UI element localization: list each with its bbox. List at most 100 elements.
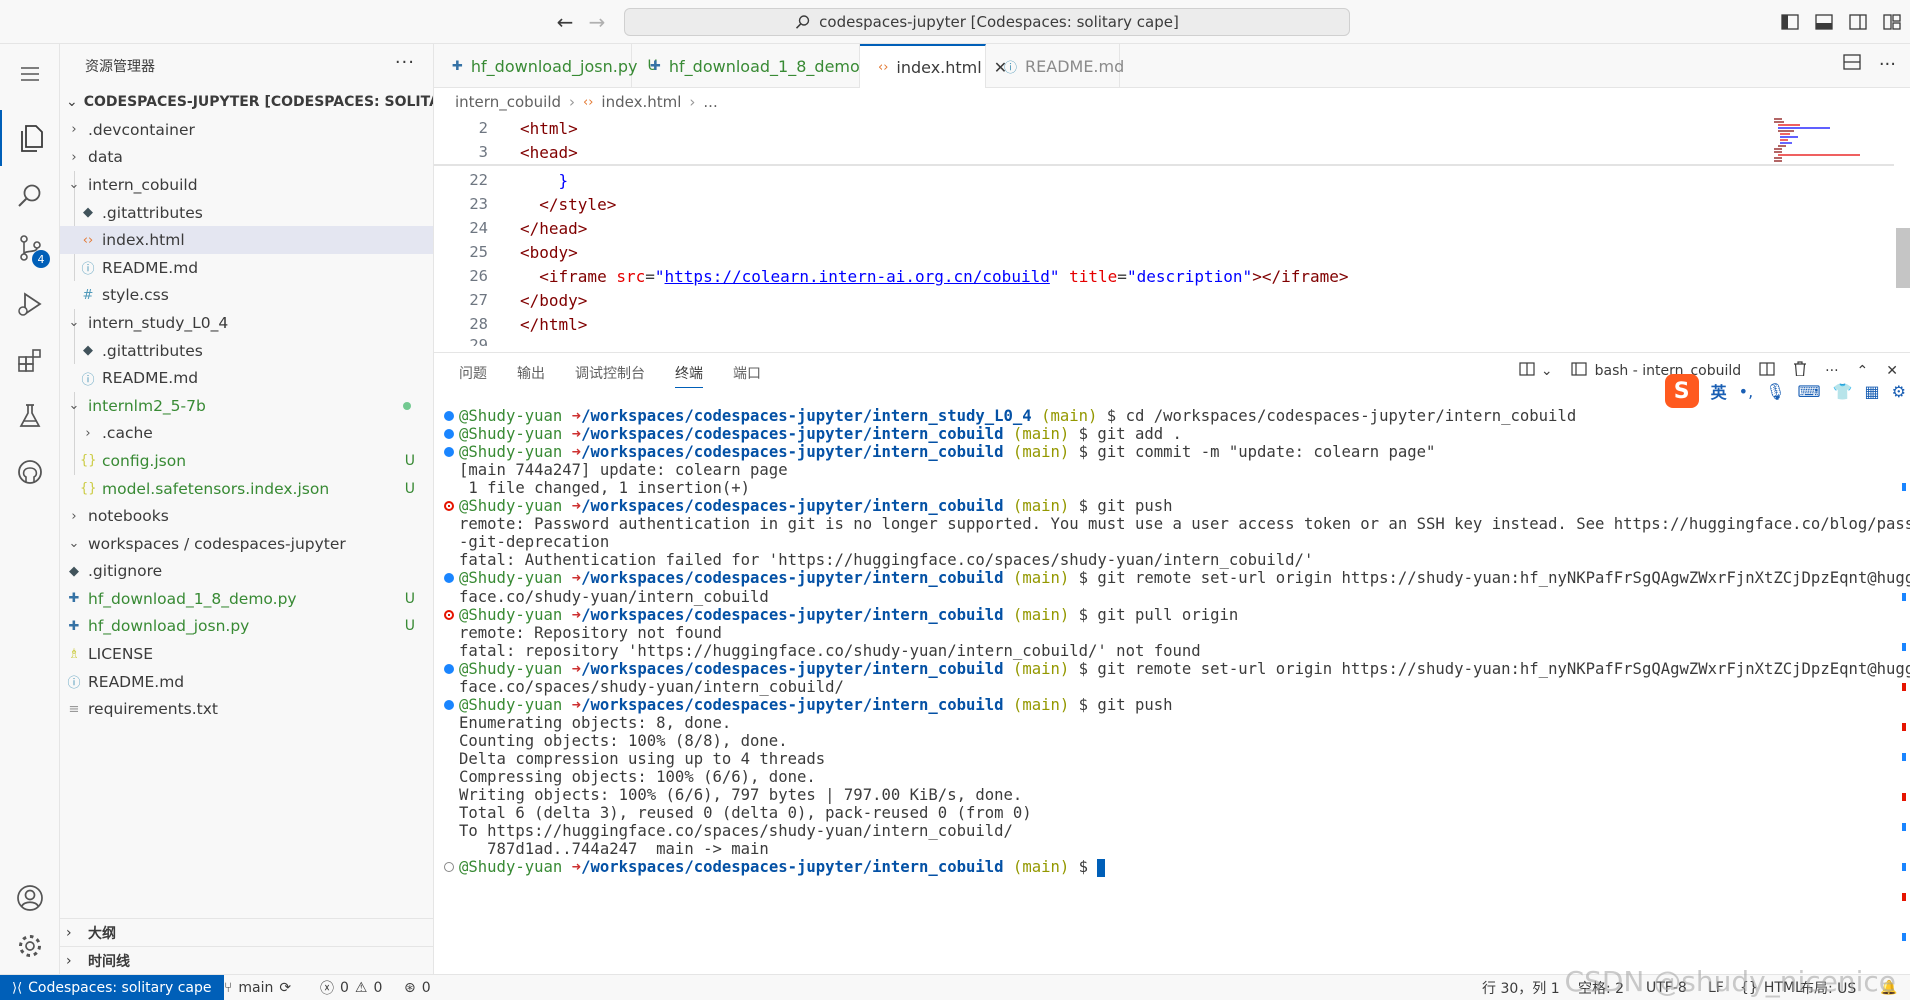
tab-index-html[interactable]: ‹› index.html ✕ [860, 44, 1007, 88]
keyboard-icon[interactable]: ⌨ [1798, 382, 1821, 401]
back-arrow-icon[interactable]: ← [552, 9, 578, 35]
info-icon: ⓘ [81, 372, 95, 388]
editor-scrollbar[interactable] [1896, 228, 1910, 288]
toggle-primary-sidebar-icon[interactable] [1778, 10, 1802, 34]
git-status: U [404, 618, 415, 635]
command-center-text: codespaces-jupyter [Codespaces: solitary… [819, 13, 1179, 31]
more-actions-icon[interactable]: ··· [1879, 54, 1896, 75]
problems-indicator[interactable]: ⓧ 0 ⚠ 0 [320, 975, 382, 1000]
terminal-branch: (main) [1003, 858, 1070, 877]
command-success-icon[interactable] [444, 699, 454, 710]
sync-icon[interactable]: ⟳ [279, 980, 291, 996]
command-center-search[interactable]: codespaces-jupyter [Codespaces: solitary… [624, 8, 1350, 36]
ports-indicator[interactable]: ⊛ 0 [404, 975, 431, 1000]
command-success-icon[interactable] [444, 573, 454, 584]
command-failed-icon[interactable] [444, 501, 454, 512]
command-success-icon[interactable] [444, 411, 454, 421]
command-success-icon[interactable] [444, 429, 454, 440]
settings-gear-icon[interactable]: ⚙ [1892, 382, 1906, 401]
outline-section[interactable]: › 大纲 [60, 918, 434, 946]
activity-bar: 4 [0, 44, 60, 974]
tree-file-config-json[interactable]: {} config.json U [60, 447, 433, 475]
toggle-secondary-sidebar-icon[interactable] [1846, 10, 1870, 34]
code-text: </head> [520, 218, 588, 238]
command-success-icon[interactable] [444, 447, 454, 458]
github-icon[interactable] [0, 444, 60, 500]
skin-shirt-icon[interactable]: 👕 [1833, 382, 1853, 401]
command-success-icon[interactable] [444, 663, 454, 674]
scroll-marker [1902, 483, 1906, 491]
customize-layout-icon[interactable] [1880, 10, 1904, 34]
workspace-root[interactable]: ⌄ CODESPACES-JUPYTER [CODESPACES: SOLITA… [60, 88, 433, 116]
more-actions-icon[interactable]: ··· [395, 52, 415, 73]
broadcast-icon: ⊛ [404, 980, 416, 996]
git-branch-icon: ⑂ [224, 980, 233, 996]
tree-folder-workspaces[interactable]: ⌄ workspaces / codespaces-jupyter [60, 530, 433, 558]
tree-folder-notebooks[interactable]: › notebooks [60, 502, 433, 530]
tree-file-readme[interactable]: ⓘ README.md [60, 254, 433, 282]
tree-file-hf-download-demo[interactable]: ✚ hf_download_1_8_demo.py U [60, 585, 433, 613]
tree-folder-data[interactable]: › data [60, 144, 433, 172]
breadcrumb-file[interactable]: index.html [601, 93, 681, 111]
tree-file-gitattributes[interactable]: ◆ .gitattributes [60, 337, 433, 365]
command-failed-icon[interactable] [444, 609, 454, 620]
tree-file-gitignore[interactable]: ◆ .gitignore [60, 558, 433, 586]
remote-indicator[interactable]: ⟩⟨ Codespaces: solitary cape [0, 975, 224, 1000]
tab-hf-download-demo[interactable]: ✚ hf_download_1_8_demo.py U [632, 44, 904, 88]
tree-folder-cache[interactable]: › .cache [60, 420, 433, 448]
tree-file-gitattributes[interactable]: ◆ .gitattributes [60, 199, 433, 227]
tree-folder-intern-study[interactable]: ⌄ intern_study_L0_4 [60, 309, 433, 337]
breadcrumb-more[interactable]: ... [703, 93, 717, 111]
settings-gear-icon[interactable] [0, 918, 60, 974]
editor-tabs: ✚ hf_download_josn.py U ✚ hf_download_1_… [434, 44, 1910, 88]
tab-hf-download-josn[interactable]: ✚ hf_download_josn.py U [434, 44, 658, 88]
code-editor[interactable]: 2 <html> 3 <head> 22 } 23 </style> 24 </… [434, 116, 1910, 346]
tree-folder-intern-cobuild[interactable]: ⌄ intern_cobuild [60, 171, 433, 199]
command-pending-icon[interactable] [444, 862, 454, 873]
sogou-logo-icon[interactable]: S [1664, 374, 1699, 408]
menu-icon[interactable] [0, 46, 60, 102]
tree-folder-internlm[interactable]: ⌄ internlm2_5-7b [60, 392, 433, 420]
toolbox-grid-icon[interactable]: ▦ [1865, 382, 1880, 401]
terminal-layout-icon[interactable] [1519, 362, 1535, 380]
extensions-icon[interactable] [0, 332, 60, 388]
tab-debug-console[interactable]: 调试控制台 [575, 363, 645, 383]
source-control-icon[interactable]: 4 [0, 220, 60, 276]
tree-file-style-css[interactable]: # style.css [60, 282, 433, 310]
run-debug-icon[interactable] [0, 276, 60, 332]
toggle-panel-icon[interactable] [1812, 10, 1836, 34]
ime-punctuation[interactable]: •, [1739, 382, 1754, 401]
tree-file-safetensors-index[interactable]: {} model.safetensors.index.json U [60, 475, 433, 503]
split-editor-icon[interactable] [1843, 54, 1861, 75]
forward-arrow-icon[interactable]: → [584, 9, 610, 35]
tab-readme[interactable]: ⓘ README.md [986, 44, 1124, 88]
tree-label: requirements.txt [88, 700, 218, 719]
breadcrumb-folder[interactable]: intern_cobuild [455, 93, 561, 111]
tab-ports[interactable]: 端口 [733, 363, 761, 383]
cursor-position[interactable]: 行 30，列 1 [1482, 975, 1560, 1000]
tree-file-requirements[interactable]: ≡ requirements.txt [60, 695, 433, 723]
chevron-down-icon[interactable]: ⌄ [1541, 363, 1553, 379]
tree-file-license[interactable]: ♗ LICENSE [60, 640, 433, 668]
tree-file-readme[interactable]: ⓘ README.md [60, 668, 433, 696]
branch-indicator[interactable]: ⑂ main ⟳ [224, 975, 291, 1000]
explorer-icon[interactable] [0, 110, 60, 166]
tree-folder-devcontainer[interactable]: › .devcontainer [60, 116, 433, 144]
explorer-title: 资源管理器 [85, 59, 155, 75]
tree-file-hf-download-josn[interactable]: ✚ hf_download_josn.py U [60, 613, 433, 641]
minimap[interactable] [1770, 116, 1870, 176]
ime-language[interactable]: 英 [1711, 379, 1727, 403]
timeline-section[interactable]: › 时间线 [60, 946, 434, 974]
testing-flask-icon[interactable] [0, 388, 60, 444]
search-icon[interactable] [0, 168, 60, 224]
tab-terminal[interactable]: 终端 [675, 358, 703, 388]
tree-file-index-html[interactable]: ‹› index.html [60, 226, 433, 254]
terminal-scrollbar[interactable] [1896, 393, 1910, 963]
bottom-panel: 问题 输出 调试控制台 终端 端口 ⌄ bash - intern_cobuil… [434, 352, 1910, 974]
search-icon [796, 15, 810, 29]
microphone-icon[interactable]: 🎙 [1765, 382, 1785, 401]
tab-output[interactable]: 输出 [517, 363, 545, 383]
tab-problems[interactable]: 问题 [459, 363, 487, 383]
tree-file-readme[interactable]: ⓘ README.md [60, 364, 433, 392]
chevron-down-icon: ⌄ [68, 398, 80, 414]
